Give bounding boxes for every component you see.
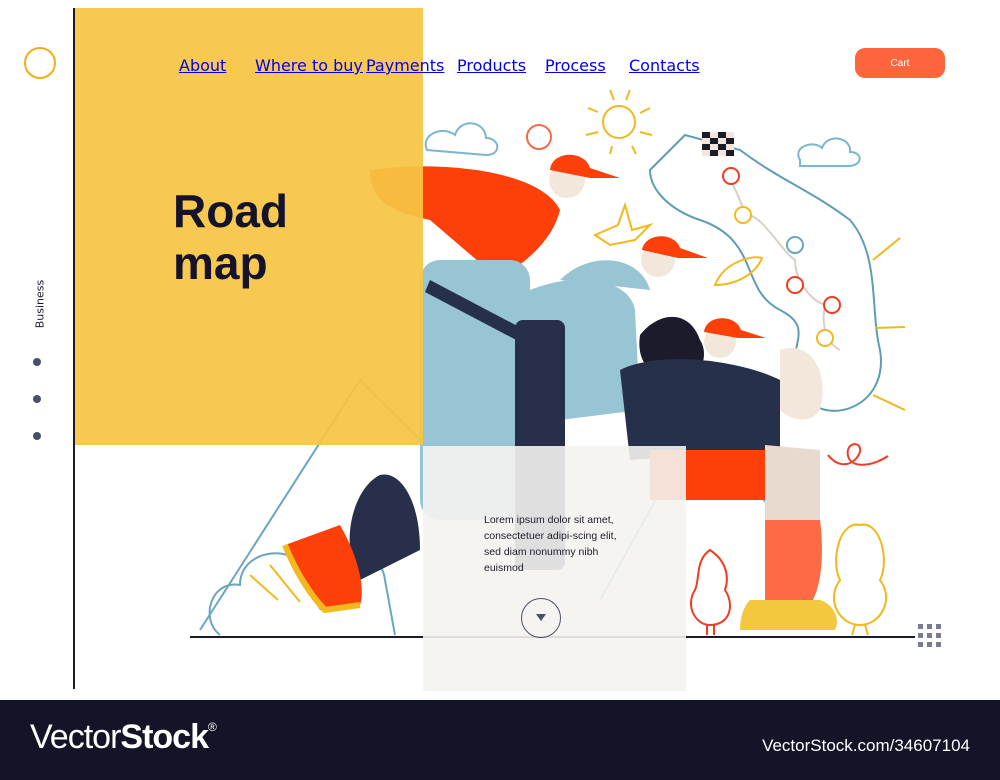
map-waypoint [786,236,804,254]
brand-bold: Stock [120,718,209,756]
nav-about[interactable]: About [179,56,226,75]
cloud-icon [424,122,499,157]
info-card: Lorem ipsum dolor sit amet, consectetuer… [423,446,686,691]
map-waypoint [734,206,752,224]
spark-line [872,237,901,261]
pagination-dot-3[interactable] [33,432,41,440]
logo-icon[interactable] [24,47,56,79]
image-url: VectorStock.com/34607104 [762,736,970,755]
nav-payments[interactable]: Payments [366,56,444,75]
map-waypoint [823,296,841,314]
info-card-text: Lorem ipsum dolor sit amet, consectetuer… [484,514,617,574]
title-line-1: Road [173,185,288,237]
scroll-down-button[interactable] [521,598,561,638]
title-line-2: map [173,237,268,289]
map-waypoint [816,329,834,347]
shoe [740,600,837,630]
circle-decor [526,124,552,150]
sidebar-section-label: Business [33,279,47,329]
sun-icon [585,89,653,155]
nav-contacts[interactable]: Contacts [629,56,700,75]
spark-line [874,326,906,329]
nav-process[interactable]: Process [545,56,606,75]
pagination-dot-1[interactable] [33,358,41,366]
tree-icon [690,548,731,635]
map-waypoint [722,167,740,185]
vectorstock-logo: VectorStock® [30,718,217,757]
brand-light: Vector [30,718,121,756]
pagination-dot-2[interactable] [33,395,41,403]
checkered-flag-icon [702,132,734,156]
grid-menu-icon[interactable] [918,624,942,647]
cart-button[interactable]: Cart [855,48,945,78]
caret-down-icon [536,614,546,621]
spark-line [872,394,906,411]
registered-mark: ® [207,720,217,734]
page-title: Road map [173,185,288,289]
nav-products[interactable]: Products [457,56,526,75]
cloud-icon [797,137,861,167]
nav-where-to-buy[interactable]: Where to buy [255,56,363,75]
watermark-footer: VectorStock® VectorStock.com/34607104 [0,700,1000,780]
map-waypoint [786,276,804,294]
squiggle-icon [827,443,889,466]
tree-icon [833,523,887,636]
bird-icon [592,201,654,247]
